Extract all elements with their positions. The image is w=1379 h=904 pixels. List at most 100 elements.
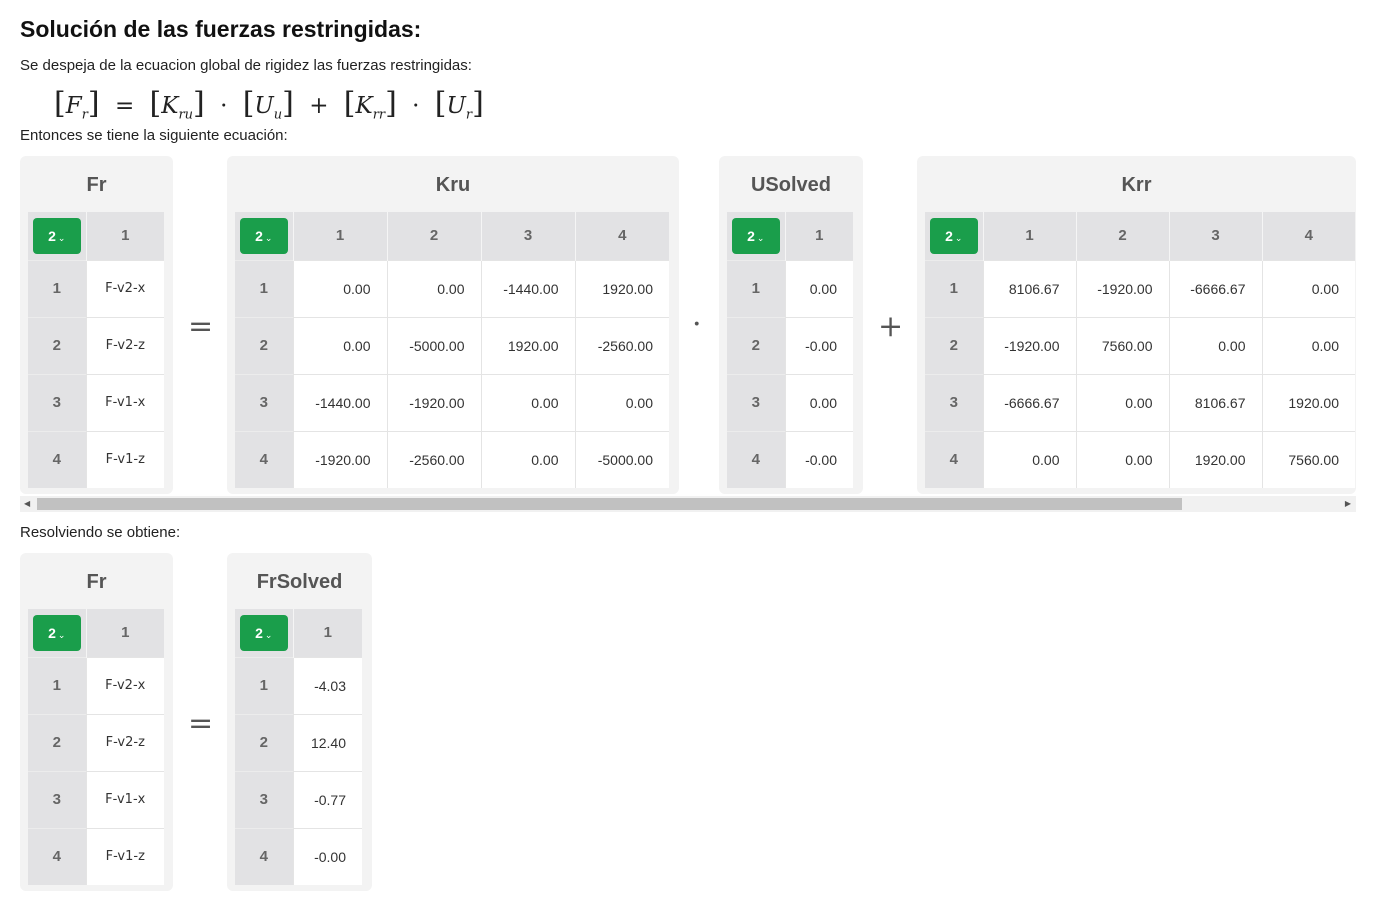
matrix-cell[interactable]: 0.00 xyxy=(292,316,387,374)
matrix-title: FrSolved xyxy=(256,571,343,593)
matrix-cell[interactable]: -1440.00 xyxy=(292,373,387,431)
matrix-cell[interactable]: -5000.00 xyxy=(574,430,669,488)
dimension-dropdown-button[interactable]: 2 ⌄ xyxy=(929,217,978,254)
row-header: 4 xyxy=(235,430,293,488)
dimension-dropdown-button[interactable]: 2 ⌄ xyxy=(32,217,81,254)
matrix-cell[interactable]: -4.03 xyxy=(292,656,362,714)
dimension-value: 2 xyxy=(255,624,263,641)
matrix-row: 2 12.40 xyxy=(235,713,362,771)
matrix-cell[interactable]: 0.00 xyxy=(1075,373,1169,431)
matrix-cell[interactable]: 0.00 xyxy=(1168,316,1262,374)
matrix-cell[interactable]: F-v2-z xyxy=(85,713,164,771)
matrix-cell[interactable]: 0.00 xyxy=(982,430,1076,488)
matrix-row: 1 -4.03 xyxy=(235,656,362,714)
column-header: 2 xyxy=(1075,212,1169,260)
matrix-cell[interactable]: 0.00 xyxy=(292,259,387,317)
matrix-cell[interactable]: -0.77 xyxy=(292,770,362,828)
matrix-cell[interactable]: -6666.67 xyxy=(1168,259,1262,317)
row-header: 1 xyxy=(28,259,86,317)
row-header: 2 xyxy=(925,316,983,374)
matrix-cell[interactable]: 7560.00 xyxy=(1261,430,1355,488)
matrix-cell[interactable]: -2560.00 xyxy=(574,316,669,374)
equals-sign-result: = xyxy=(188,706,214,741)
matrix-title: Krr xyxy=(1121,174,1152,196)
matrix-cell[interactable]: 0.00 xyxy=(1261,316,1355,374)
horizontal-scrollbar[interactable]: ◀ ▶ xyxy=(20,496,1356,512)
dimension-dropdown-button[interactable]: 2 ⌄ xyxy=(239,614,288,651)
matrix-cell[interactable]: 8106.67 xyxy=(982,259,1076,317)
equals-sign: = xyxy=(188,309,214,344)
dimension-dropdown-button[interactable]: 2 ⌄ xyxy=(731,217,780,254)
chevron-down-icon: ⌄ xyxy=(264,629,273,640)
matrix-row: 3 -0.77 xyxy=(235,770,362,828)
matrix-cell[interactable]: -1920.00 xyxy=(292,430,387,488)
row-header: 2 xyxy=(28,316,86,374)
matrix-cell[interactable]: -1440.00 xyxy=(480,259,575,317)
chevron-down-icon: ⌄ xyxy=(264,232,273,243)
matrix-cell[interactable]: F-v1-x xyxy=(85,770,164,828)
matrix-cell[interactable]: -2560.00 xyxy=(386,430,481,488)
matrix-cell[interactable]: 0.00 xyxy=(480,430,575,488)
dimension-dropdown-button[interactable]: 2 ⌄ xyxy=(239,217,288,254)
matrix-cell[interactable]: 8106.67 xyxy=(1168,373,1262,431)
matrix-cell[interactable]: -1920.00 xyxy=(982,316,1076,374)
column-header: 1 xyxy=(292,212,387,260)
matrix-cell[interactable]: 1920.00 xyxy=(574,259,669,317)
column-header: 3 xyxy=(1168,212,1262,260)
matrix-cell[interactable]: F-v2-x xyxy=(85,656,164,714)
matrix-cell[interactable]: 0.00 xyxy=(1261,259,1355,317)
dimension-value: 2 xyxy=(48,227,56,244)
matrix-header-row: 2 ⌄ 1 2 3 4 xyxy=(925,212,1355,260)
matrix-row: 2 -0.00 xyxy=(727,316,853,374)
matrix-cell[interactable]: 7560.00 xyxy=(1075,316,1169,374)
column-header: 1 xyxy=(292,609,362,657)
matrix-cell[interactable]: 12.40 xyxy=(292,713,362,771)
matrix-cell[interactable]: -1920.00 xyxy=(386,373,481,431)
column-header: 4 xyxy=(1261,212,1355,260)
dimension-cell: 2 ⌄ xyxy=(28,212,86,260)
scroll-left-icon[interactable]: ◀ xyxy=(24,498,30,510)
matrix-cell[interactable]: 0.00 xyxy=(1075,430,1169,488)
row-header: 1 xyxy=(28,656,86,714)
matrix-cell[interactable]: 0.00 xyxy=(480,373,575,431)
matrix-grid: 2 ⌄ 1 1 -4.03 2 12.40 3 -0.77 4 -0.00 xyxy=(235,609,362,885)
matrix-cell[interactable]: -6666.67 xyxy=(982,373,1076,431)
intro-text: Se despeja de la ecuacion global de rigi… xyxy=(20,57,472,74)
matrix-header-row: 2 ⌄ 1 xyxy=(28,609,164,657)
matrix-cell[interactable]: -5000.00 xyxy=(386,316,481,374)
row-header: 2 xyxy=(727,316,785,374)
matrix-row: 4 -0.00 xyxy=(727,430,853,488)
scroll-right-icon[interactable]: ▶ xyxy=(1345,498,1351,510)
row-header: 3 xyxy=(28,770,86,828)
matrix-title: Kru xyxy=(435,174,471,196)
matrix-cell[interactable]: 0.00 xyxy=(574,373,669,431)
dimension-dropdown-button[interactable]: 2 ⌄ xyxy=(32,614,81,651)
matrix-row: 2 F-v2-z xyxy=(28,713,164,771)
matrix-cell[interactable]: -1920.00 xyxy=(1075,259,1169,317)
matrix-row: 1 8106.67 -1920.00 -6666.67 0.00 xyxy=(925,259,1355,317)
row-header: 1 xyxy=(235,259,293,317)
matrix-cell[interactable]: -0.00 xyxy=(784,316,853,374)
row-header: 4 xyxy=(727,430,785,488)
dimension-cell: 2 ⌄ xyxy=(235,609,293,657)
matrix-cell[interactable]: F-v2-x xyxy=(85,259,164,317)
matrix-cell[interactable]: 0.00 xyxy=(784,373,853,431)
dimension-cell: 2 ⌄ xyxy=(727,212,785,260)
matrix-cell[interactable]: F-v1-z xyxy=(85,827,164,885)
matrix-title: Fr xyxy=(86,174,107,196)
chevron-down-icon: ⌄ xyxy=(57,232,66,243)
matrix-cell[interactable]: 1920.00 xyxy=(1168,430,1262,488)
matrix-cell[interactable]: -0.00 xyxy=(784,430,853,488)
matrix-cell[interactable]: -0.00 xyxy=(292,827,362,885)
matrix-cell[interactable]: 1920.00 xyxy=(480,316,575,374)
row-header: 1 xyxy=(727,259,785,317)
equation-text: Entonces se tiene la siguiente ecuación: xyxy=(20,127,288,144)
matrix-cell[interactable]: F-v2-z xyxy=(85,316,164,374)
matrix-cell[interactable]: 0.00 xyxy=(386,259,481,317)
scrollbar-thumb[interactable] xyxy=(37,498,1182,510)
matrix-cell[interactable]: 0.00 xyxy=(784,259,853,317)
matrix-cell[interactable]: F-v1-x xyxy=(85,373,164,431)
dimension-cell: 2 ⌄ xyxy=(28,609,86,657)
matrix-cell[interactable]: 1920.00 xyxy=(1261,373,1355,431)
matrix-cell[interactable]: F-v1-z xyxy=(85,430,164,488)
